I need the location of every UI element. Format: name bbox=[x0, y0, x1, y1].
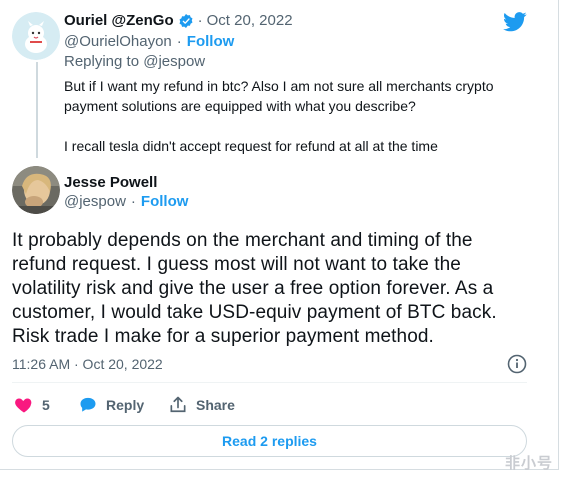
heart-icon bbox=[15, 398, 32, 413]
read-replies-button[interactable]: Read 2 replies bbox=[12, 425, 527, 457]
quoted-header: Ouriel @ZenGo · Oct 20, 2022 bbox=[64, 12, 293, 29]
jesse-avatar[interactable] bbox=[12, 166, 60, 214]
watermark-text: 非小号 bbox=[504, 455, 553, 472]
quoted-follow-button[interactable]: Follow bbox=[187, 33, 235, 50]
share-label: Share bbox=[196, 397, 235, 413]
quoted-text-line: I recall tesla didn't accept request for… bbox=[64, 138, 438, 154]
ouriel-avatar[interactable] bbox=[12, 12, 60, 60]
like-count: 5 bbox=[42, 397, 50, 413]
main-text-line: customer, I would take USD-equiv payment… bbox=[12, 302, 497, 323]
main-follow-button[interactable]: Follow bbox=[141, 193, 189, 210]
quoted-text-line: payment solutions are equipped with what… bbox=[64, 98, 416, 114]
main-tweet-text: It probably depends on the merchant and … bbox=[12, 229, 547, 349]
tweet-card: Ouriel @ZenGo · Oct 20, 2022 @OurielOhay… bbox=[0, 0, 559, 470]
divider bbox=[12, 382, 527, 383]
info-icon[interactable] bbox=[507, 354, 527, 374]
dot-separator: · bbox=[197, 12, 203, 29]
quoted-timestamp[interactable]: Oct 20, 2022 bbox=[207, 12, 293, 29]
replying-to[interactable]: Replying to @jespow bbox=[64, 53, 205, 70]
quoted-handle[interactable]: @OurielOhayon bbox=[64, 33, 172, 50]
share-icon bbox=[170, 396, 186, 413]
main-timestamp[interactable]: 11:26 AM · Oct 20, 2022 bbox=[12, 356, 163, 372]
dot-separator: · bbox=[130, 193, 136, 210]
main-text-line: It probably depends on the merchant and … bbox=[12, 230, 473, 251]
twitter-bird-icon[interactable] bbox=[503, 12, 527, 32]
reply-bubble-icon bbox=[80, 397, 96, 412]
main-handle[interactable]: @jespow bbox=[64, 193, 126, 210]
verified-badge-icon bbox=[179, 13, 193, 28]
quoted-text-line: But if I want my refund in btc? Also I a… bbox=[64, 78, 494, 94]
main-text-line: volatility risk and give the user a free… bbox=[12, 278, 494, 299]
main-handle-row: @jespow · Follow bbox=[64, 193, 188, 210]
quoted-handle-row: @OurielOhayon · Follow bbox=[64, 33, 234, 50]
reply-button[interactable]: Reply bbox=[78, 395, 144, 415]
quoted-display-name[interactable]: Ouriel @ZenGo bbox=[64, 12, 174, 29]
like-button[interactable]: 5 bbox=[14, 395, 50, 415]
share-button[interactable]: Share bbox=[168, 395, 235, 415]
quoted-tweet-text: But if I want my refund in btc? Also I a… bbox=[64, 76, 534, 156]
thread-connector bbox=[36, 62, 38, 158]
dot-separator: · bbox=[176, 33, 182, 50]
reply-label: Reply bbox=[106, 397, 145, 413]
main-text-line: Risk trade I make for a superior payment… bbox=[12, 326, 434, 347]
main-display-name[interactable]: Jesse Powell bbox=[64, 174, 157, 191]
main-text-line: refund request. I guess most will not wa… bbox=[12, 254, 461, 275]
